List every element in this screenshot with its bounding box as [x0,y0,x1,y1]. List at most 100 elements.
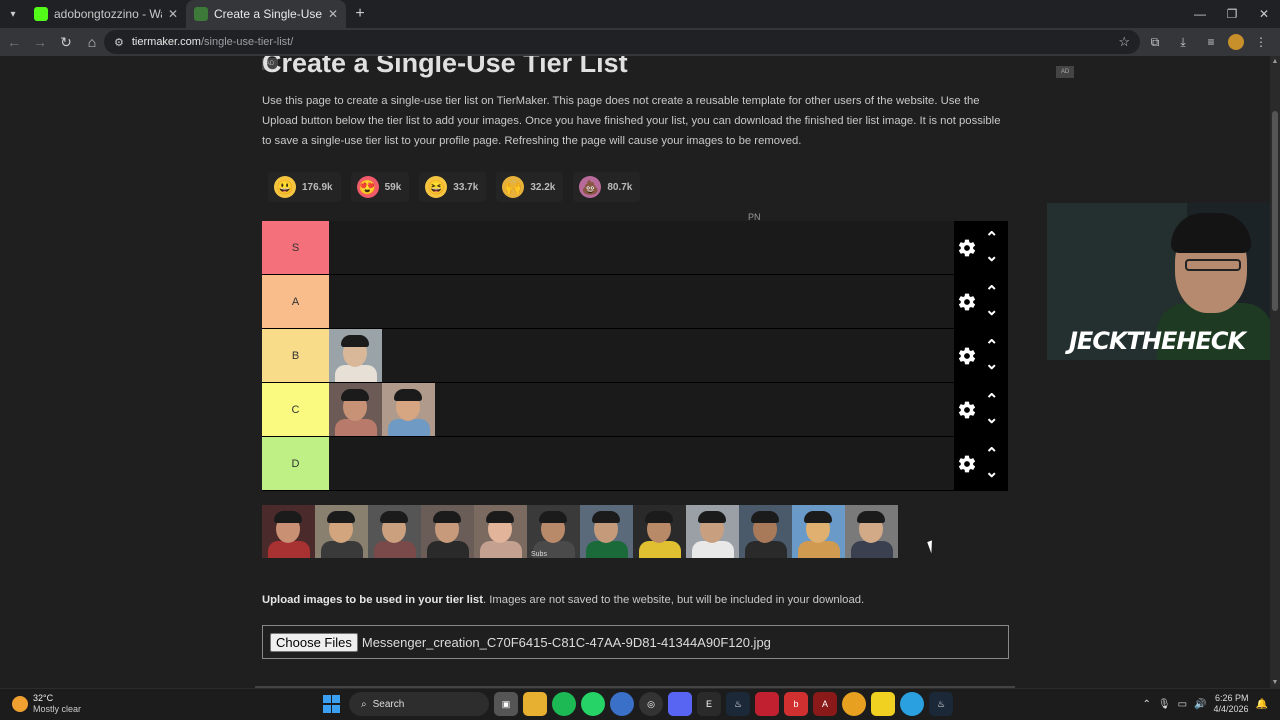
tier-label[interactable]: C [262,383,329,436]
tier-drop-zone[interactable] [329,329,954,382]
tier-image[interactable] [329,383,382,436]
app-red2-icon[interactable]: b [784,692,808,716]
bookmark-star-icon[interactable]: ☆ [1118,34,1130,50]
move-down-chevron-icon[interactable]: ⌄ [985,410,998,426]
scroll-down-icon[interactable]: ▼ [1270,679,1280,686]
pool-image[interactable]: Subs [527,505,580,558]
pool-image[interactable] [421,505,474,558]
discord-icon[interactable] [668,692,692,716]
profile-avatar-icon[interactable] [1228,34,1244,50]
move-down-chevron-icon[interactable]: ⌄ [985,464,998,480]
move-down-chevron-icon[interactable]: ⌄ [985,248,998,264]
pool-image[interactable] [580,505,633,558]
reaction-grin[interactable]: 😃 176.9k [268,172,341,202]
site-info-icon[interactable]: ⚙ [114,36,124,49]
adobe-icon[interactable]: A [813,692,837,716]
close-tab-icon[interactable]: ✕ [168,7,178,21]
pool-image[interactable] [739,505,792,558]
tray-overflow-icon[interactable]: ⌃ [1143,699,1151,710]
reaction-poop[interactable]: 💩 80.7k [573,172,641,202]
app-blue-icon[interactable] [610,692,634,716]
sticky-notes-icon[interactable] [871,692,895,716]
file-upload-field[interactable]: Choose Files Messenger_creation_C70F6415… [262,625,1009,659]
reload-icon[interactable]: ↻ [54,30,78,54]
tier-drop-zone[interactable] [329,275,954,328]
chrome-icon[interactable] [842,692,866,716]
pool-image[interactable] [792,505,845,558]
app-red-icon[interactable] [755,692,779,716]
tab-search-button[interactable]: ▾ [0,0,26,28]
restore-icon[interactable]: ❐ [1216,0,1248,28]
tier-label[interactable]: B [262,329,329,382]
choose-files-button[interactable]: Choose Files [270,632,358,652]
spotify-icon[interactable] [552,692,576,716]
menu-kebab-icon[interactable]: ⋮ [1250,31,1272,53]
pool-image[interactable] [368,505,421,558]
thumb-hair [341,335,369,347]
pool-image[interactable] [686,505,739,558]
move-up-chevron-icon[interactable]: ⌃ [985,284,998,300]
minimize-icon[interactable]: — [1184,0,1216,28]
move-up-chevron-icon[interactable]: ⌃ [985,338,998,354]
volume-icon[interactable]: 🔊 [1194,699,1206,710]
pool-image[interactable] [633,505,686,558]
steam-2-icon[interactable]: ♨ [929,692,953,716]
move-down-chevron-icon[interactable]: ⌄ [985,356,998,372]
tier-image[interactable] [329,329,382,382]
scroll-up-icon[interactable]: ▲ [1270,58,1280,65]
move-down-chevron-icon[interactable]: ⌄ [985,302,998,318]
steam-icon[interactable]: ♨ [726,692,750,716]
system-clock[interactable]: 6:26 PM 4/4/2026 [1214,693,1249,715]
close-tab-icon[interactable]: ✕ [328,7,338,21]
whatsapp-icon[interactable] [581,692,605,716]
reaction-raised-hands[interactable]: 🙌 32.2k [496,172,564,202]
move-up-chevron-icon[interactable]: ⌃ [985,392,998,408]
ad-badge-right[interactable]: AD [1056,66,1074,78]
obs-icon[interactable]: ◎ [639,692,663,716]
start-windows-icon[interactable] [320,692,344,716]
weather-widget[interactable]: 32°C Mostly clear [12,693,81,715]
home-icon[interactable]: ⌂ [80,30,104,54]
tier-drop-zone[interactable] [329,221,954,274]
close-window-icon[interactable]: ✕ [1248,0,1280,28]
tab-tiermaker[interactable]: Create a Single-Use Tier List (P ✕ [186,0,346,28]
pool-image[interactable] [474,505,527,558]
network-icon[interactable]: ▭ [1178,699,1187,710]
notifications-bell-icon[interactable]: 🔔 [1256,699,1268,710]
tier-label[interactable]: A [262,275,329,328]
extensions-icon[interactable]: ⧉ [1144,31,1166,53]
reaction-heart-eyes[interactable]: 😍 59k [350,172,410,202]
tier-drop-zone[interactable] [329,437,954,490]
settings-gear-icon[interactable] [957,238,977,258]
tab-kick[interactable]: adobongtozzino - Watch the V ✕ [26,0,186,28]
pool-image[interactable] [845,505,898,558]
new-tab-button[interactable]: + [346,5,374,23]
settings-gear-icon[interactable] [957,400,977,420]
settings-gear-icon[interactable] [957,346,977,366]
media-icon[interactable]: ≡ [1200,31,1222,53]
url-field[interactable]: ⚙ tiermaker.com/single-use-tier-list/ ☆ [104,30,1140,54]
tier-label[interactable]: S [262,221,329,274]
taskbar-search[interactable]: ⌕ Search [349,692,489,716]
settings-gear-icon[interactable] [957,454,977,474]
reaction-laugh[interactable]: 😆 33.7k [419,172,487,202]
back-icon[interactable]: ← [2,30,26,54]
move-up-chevron-icon[interactable]: ⌃ [985,446,998,462]
pool-image[interactable] [315,505,368,558]
task-view-icon[interactable]: ▣ [494,692,518,716]
telegram-icon[interactable] [900,692,924,716]
tier-drop-zone[interactable] [329,383,954,436]
scrollbar-thumb[interactable] [1272,111,1278,311]
settings-gear-icon[interactable] [957,292,977,312]
page-scrollbar[interactable]: ▲ ▼ [1270,56,1280,688]
microphone-icon[interactable]: 🎙 [1158,699,1171,710]
file-explorer-icon[interactable] [523,692,547,716]
tier-image[interactable] [382,383,435,436]
download-icon[interactable]: ⤓ [1172,31,1194,53]
thumb-body [745,541,787,558]
tier-label[interactable]: D [262,437,329,490]
epic-games-icon[interactable]: E [697,692,721,716]
pool-image[interactable] [262,505,315,558]
forward-icon[interactable]: → [28,30,52,54]
move-up-chevron-icon[interactable]: ⌃ [985,230,998,246]
